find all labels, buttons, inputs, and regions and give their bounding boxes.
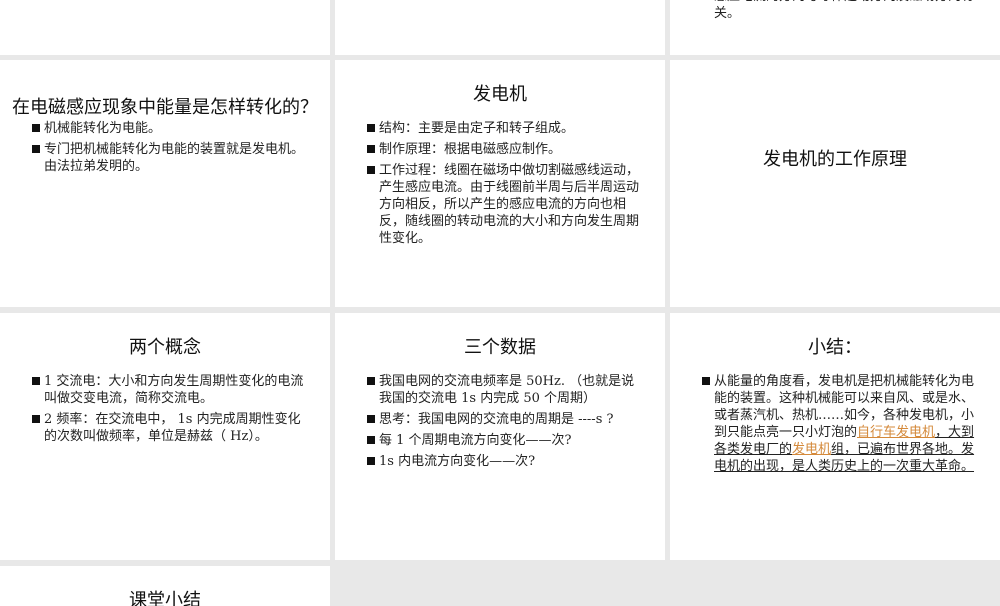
slide-thumbnail[interactable]: [335, 0, 665, 55]
bullet-text: 1s 内电流方向变化——次?: [379, 454, 536, 469]
slide-title: 发电机: [473, 84, 527, 104]
bullet: 从能量的角度看，发电机是把机械能转化为电能的装置。这种机械能可以来自风、或是水、…: [702, 373, 982, 475]
bullet-text: 2 频率：在交流电中， 1s 内完成周期性变化的次数叫做频率，单位是赫兹（ Hz…: [44, 412, 301, 444]
slide-title: 两个概念: [129, 337, 201, 357]
bullet-text: 我国电网的交流电频率是 50Hz. （也就是说我国的交流电 1s 内完成 50 …: [379, 374, 635, 406]
bullet: 每 1 个周期电流方向变化——次?: [367, 432, 647, 449]
bicycle-generator-link[interactable]: 自行车发电机: [857, 425, 935, 440]
bullet: 感应电流的方向与导体运动方向及磁场方向有关。: [702, 0, 982, 22]
bullet: 工作过程：线圈在磁场中做切割磁感线运动，产生感应电流。由于线圈前半周与后半周运动…: [367, 162, 647, 247]
bullet-text: 感应电流的方向与导体运动方向及磁场方向有关。: [714, 0, 974, 21]
bullet: 专门把机械能转化为电能的装置就是发电机。由法拉弟发明的。: [32, 141, 312, 175]
bullet: 1 交流电：大小和方向发生周期性变化的电流叫做交变电流，简称交流电。: [32, 373, 312, 407]
bullet-text: 思考：我国电网的交流电的周期是 ----s ?: [379, 412, 614, 427]
bullet: 机械能转化为电能。: [32, 120, 312, 137]
bullet-text: 机械能转化为电能。: [44, 121, 162, 136]
bullet: 我国电网的交流电频率是 50Hz. （也就是说我国的交流电 1s 内完成 50 …: [367, 373, 647, 407]
slide-thumbnail[interactable]: 发电机 结构：主要是由定子和转子组成。 制作原理：根据电磁感应制作。 工作过程：…: [335, 60, 665, 307]
slide-title: 在电磁感应现象中能量是怎样转化的？: [12, 97, 318, 117]
slide-title: 三个数据: [464, 337, 536, 357]
generator-link[interactable]: 发电机: [792, 442, 831, 457]
slide-thumbnail[interactable]: 小结： 从能量的角度看，发电机是把机械能转化为电能的装置。这种机械能可以来自风、…: [670, 313, 1000, 560]
slide-title: 小结：: [808, 337, 862, 357]
slide-thumbnail[interactable]: 两个概念 1 交流电：大小和方向发生周期性变化的电流叫做交变电流，简称交流电。 …: [0, 313, 330, 560]
bullet: 制作原理：根据电磁感应制作。: [367, 141, 647, 158]
bullet-text: 制作原理：根据电磁感应制作。: [379, 142, 562, 157]
bullet-text: 每 1 个周期电流方向变化——次?: [379, 433, 572, 448]
slide-thumbnail[interactable]: 三个数据 我国电网的交流电频率是 50Hz. （也就是说我国的交流电 1s 内完…: [335, 313, 665, 560]
bullet-text: 专门把机械能转化为电能的装置就是发电机。由法拉弟发明的。: [44, 142, 305, 174]
bullet-text: 结构：主要是由定子和转子组成。: [379, 121, 575, 136]
slide-thumbnail[interactable]: [0, 0, 330, 55]
slide-thumbnail[interactable]: 感应电流的方向与导体运动方向及磁场方向有关。: [670, 0, 1000, 55]
slide-title: 发电机的工作原理: [763, 149, 907, 169]
slide-thumbnail[interactable]: 课堂小结: [0, 566, 330, 606]
bullet: 2 频率：在交流电中， 1s 内完成周期性变化的次数叫做频率，单位是赫兹（ Hz…: [32, 411, 312, 445]
bullet: 1s 内电流方向变化——次?: [367, 453, 647, 470]
slide-thumbnail[interactable]: 在电磁感应现象中能量是怎样转化的？ 机械能转化为电能。 专门把机械能转化为电能的…: [0, 60, 330, 307]
slide-title: 课堂小结: [129, 590, 201, 606]
bullet-text: 工作过程：线圈在磁场中做切割磁感线运动，产生感应电流。由于线圈前半周与后半周运动…: [379, 163, 640, 246]
slide-thumbnail[interactable]: 发电机的工作原理: [670, 60, 1000, 307]
bullet: 结构：主要是由定子和转子组成。: [367, 120, 647, 137]
bullet-text: 1 交流电：大小和方向发生周期性变化的电流叫做交变电流，简称交流电。: [44, 374, 304, 406]
bullet: 思考：我国电网的交流电的周期是 ----s ?: [367, 411, 647, 428]
